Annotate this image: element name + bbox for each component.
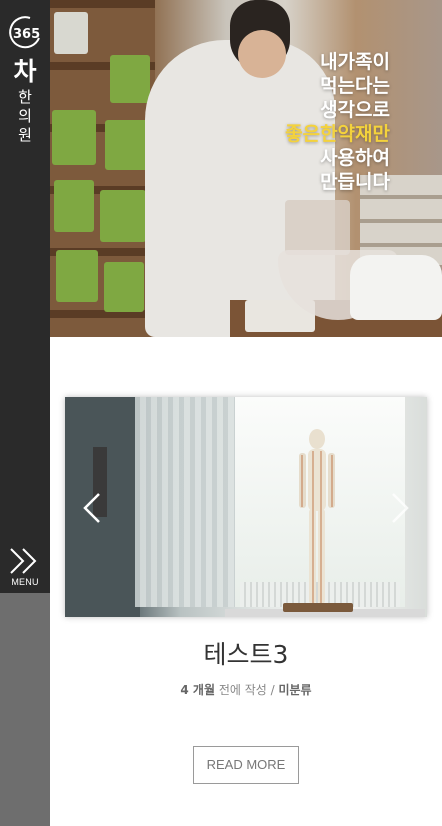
hero-tagline-line: 만듭니다: [320, 171, 390, 193]
hero-tagline-line: 생각으로: [320, 99, 390, 121]
post-category-link[interactable]: 미분류: [278, 683, 311, 697]
hero-tagline-line: 내가족이: [320, 51, 390, 73]
menu-button[interactable]: MENU: [0, 537, 50, 593]
brand-name-rest: 한 의 원: [0, 88, 50, 145]
hero-tagline-highlight: 좋은한약재만: [285, 123, 390, 145]
brand-name-first: 차: [13, 57, 37, 86]
brand-char: 의: [18, 107, 32, 125]
double-chevron-right-icon: [10, 548, 37, 574]
read-more-button[interactable]: READ MORE: [193, 746, 299, 784]
post-time-suffix: 전에 작성 /: [215, 683, 279, 697]
chevron-right-icon[interactable]: [391, 492, 409, 524]
hero-tagline-line: 사용하여: [320, 147, 390, 169]
menu-label: MENU: [11, 577, 39, 587]
hero-tagline-line: 먹는다는: [320, 75, 390, 97]
post-image-slider[interactable]: [65, 397, 427, 617]
hero-tagline: 내가족이 먹는다는 생각으로 좋은한약재만 사용하여 만듭니다: [285, 50, 390, 194]
brand-char: 한: [18, 88, 32, 106]
logo-number: 365: [13, 27, 40, 42]
brand-char: 원: [18, 126, 32, 144]
logo-icon[interactable]: 365: [6, 14, 44, 50]
post-title[interactable]: 테스트3: [65, 638, 427, 672]
chevron-left-icon[interactable]: [83, 492, 101, 524]
acupuncture-model-figure: [299, 429, 335, 604]
post-time: 4 개월: [180, 683, 215, 697]
hero-banner: 내가족이 먹는다는 생각으로 좋은한약재만 사용하여 만듭니다: [50, 0, 442, 337]
post-meta: 4 개월 전에 작성 / 미분류: [65, 681, 427, 699]
